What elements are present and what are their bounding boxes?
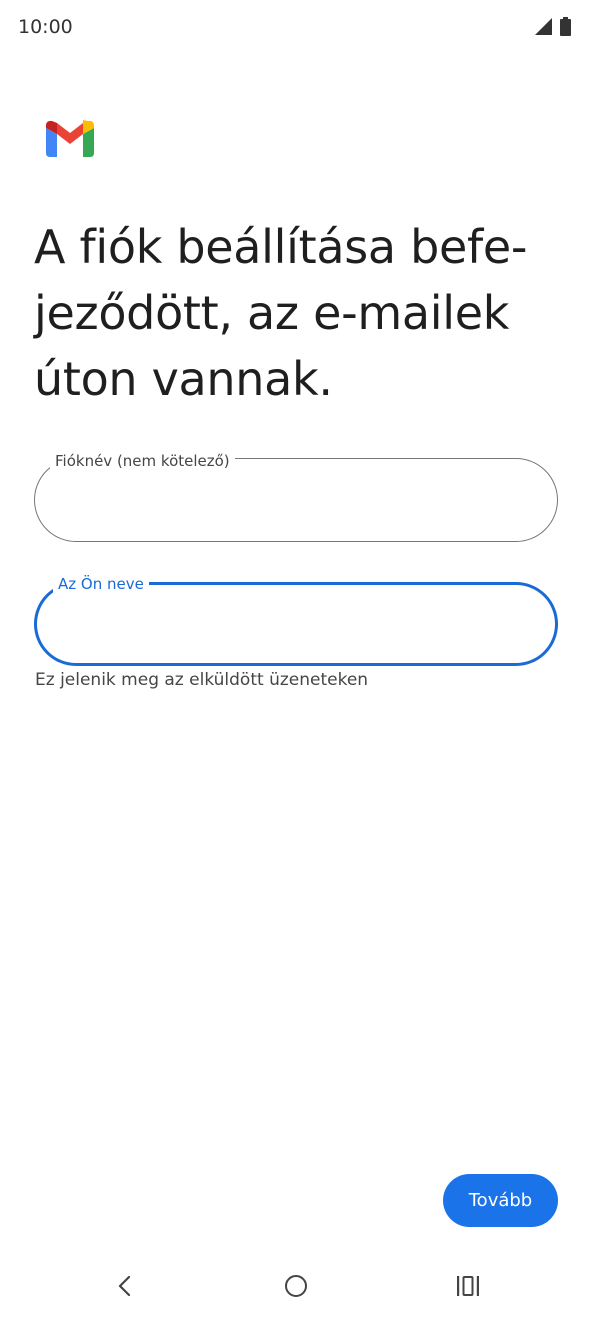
recents-icon xyxy=(457,1276,479,1296)
your-name-label: Az Ön neve xyxy=(53,574,149,594)
home-icon xyxy=(285,1275,307,1297)
status-time: 10:00 xyxy=(18,16,73,38)
status-bar: 10:00 xyxy=(0,0,593,58)
battery-icon xyxy=(560,17,571,36)
home-button[interactable] xyxy=(274,1264,318,1308)
status-icons xyxy=(535,17,571,36)
account-name-input[interactable] xyxy=(59,479,533,519)
back-icon xyxy=(118,1275,131,1297)
back-button[interactable] xyxy=(103,1264,147,1308)
your-name-helper-text: Ez jelenik meg az elküldött üzeneteken xyxy=(35,670,369,690)
account-name-label: Fióknév (nem kötelező) xyxy=(50,451,235,471)
navigation-bar xyxy=(0,1250,593,1322)
gmail-logo-icon xyxy=(46,120,94,157)
next-button[interactable]: Tovább xyxy=(443,1174,558,1227)
your-name-field[interactable] xyxy=(34,582,558,666)
recents-button[interactable] xyxy=(446,1264,490,1308)
signal-icon xyxy=(535,18,552,35)
your-name-input[interactable] xyxy=(61,605,531,645)
page-title: A fiók beállítása befe-jeződött, az e-ma… xyxy=(34,220,528,406)
